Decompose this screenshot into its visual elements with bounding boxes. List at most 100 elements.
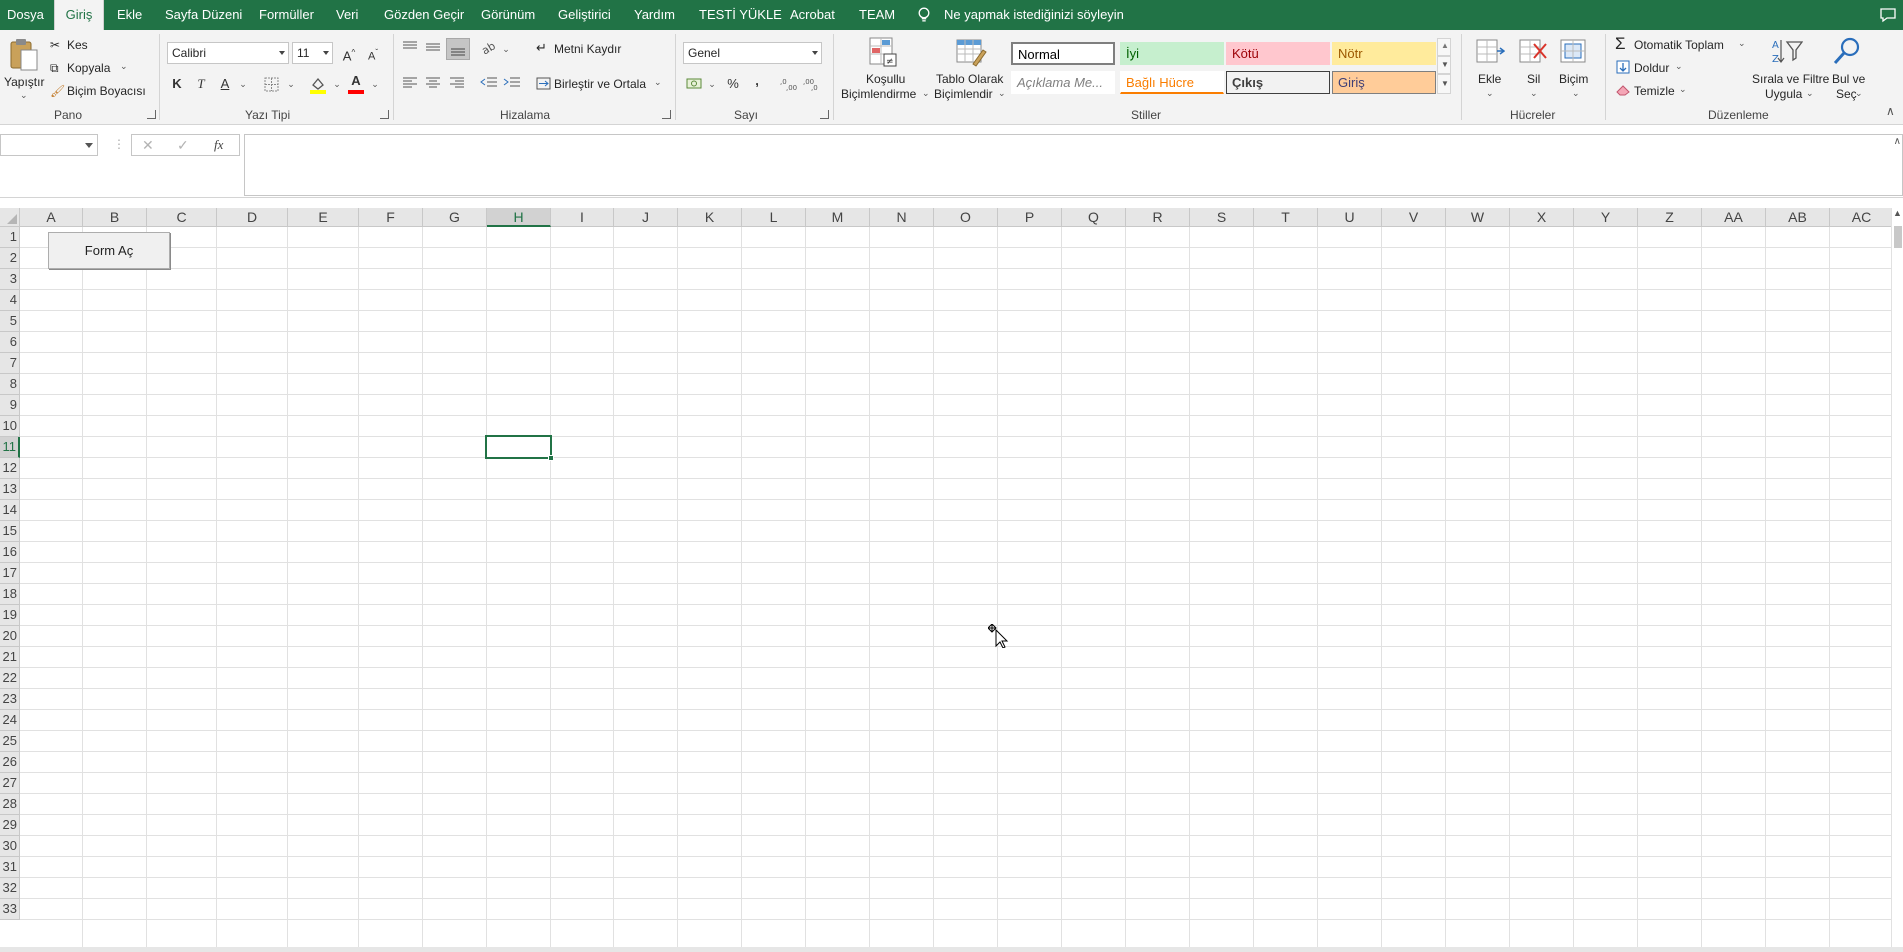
merge-center-icon[interactable] [536,77,551,90]
number-launcher-icon[interactable] [820,110,829,119]
tab-gelistirici[interactable]: Geliştirici [558,0,611,30]
row-header-33[interactable]: 33 [0,899,20,920]
collapse-ribbon-icon[interactable]: ∧ [1886,104,1895,118]
tab-veri[interactable]: Veri [336,0,358,30]
accounting-dropdown-icon[interactable]: ⌄ [701,73,723,95]
row-header-11[interactable]: 11 [0,437,20,458]
style-cell-1[interactable]: İyi [1120,42,1224,65]
fill-dropdown-icon[interactable]: ⌄ [1675,61,1683,72]
align-top-icon[interactable] [402,40,418,54]
clear-button[interactable]: Temizle [1634,84,1675,98]
column-header-o[interactable]: O [934,208,998,227]
row-header-15[interactable]: 15 [0,521,20,542]
row-header-16[interactable]: 16 [0,542,20,563]
column-header-z[interactable]: Z [1638,208,1702,227]
italic-button[interactable]: T [190,73,212,95]
row-header-18[interactable]: 18 [0,584,20,605]
format-as-table-label-1[interactable]: Tablo Olarak [936,72,1003,86]
enter-icon[interactable]: ✓ [177,137,189,154]
tab-acrobat[interactable]: Acrobat [790,0,835,30]
sort-filter-label-1[interactable]: Sırala ve Filtre [1752,72,1829,86]
delete-cells-icon[interactable] [1518,36,1548,66]
clipboard-launcher-icon[interactable] [147,110,156,119]
increase-font-icon[interactable]: A^ [338,42,360,64]
formula-input[interactable] [244,134,1903,196]
column-header-t[interactable]: T [1254,208,1318,227]
increase-indent-icon[interactable] [503,76,521,90]
format-dropdown-icon[interactable]: ⌄ [1572,88,1580,99]
column-header-aa[interactable]: AA [1702,208,1766,227]
tell-me-search[interactable]: Ne yapmak istediğinizi söyleyin [944,0,1124,30]
column-header-v[interactable]: V [1382,208,1446,227]
style-cell-3[interactable]: Nötr [1332,42,1436,65]
eraser-icon[interactable] [1616,84,1630,96]
cancel-icon[interactable]: ✕ [142,137,154,154]
conditional-formatting-label-1[interactable]: Koşullu [866,72,905,86]
row-header-12[interactable]: 12 [0,458,20,479]
tab-testi-yukle[interactable]: TESTİ YÜKLE [699,0,782,30]
column-header-k[interactable]: K [678,208,742,227]
active-cell[interactable] [485,435,552,459]
format-as-table-dropdown-icon[interactable]: ⌄ [998,88,1006,99]
bold-button[interactable]: K [166,73,188,95]
tab-ekle[interactable]: Ekle [117,0,142,30]
column-header-a[interactable]: A [20,208,83,227]
gallery-more[interactable]: ▼ [1437,74,1451,94]
autosum-icon[interactable]: Σ [1615,34,1626,54]
expand-formula-bar-icon[interactable]: ∧ [1894,136,1901,147]
column-header-m[interactable]: M [806,208,870,227]
insert-cells-button[interactable]: Ekle [1478,72,1501,86]
cut-button[interactable]: Kes [67,38,88,52]
format-cells-icon[interactable] [1559,36,1589,66]
comments-icon[interactable] [1879,7,1897,23]
clear-dropdown-icon[interactable]: ⌄ [1679,84,1687,95]
row-header-10[interactable]: 10 [0,416,20,437]
orientation-dropdown-icon[interactable]: ⌄ [495,38,517,60]
column-header-h[interactable]: H [487,208,551,227]
delete-dropdown-icon[interactable]: ⌄ [1530,88,1538,99]
column-header-d[interactable]: D [217,208,288,227]
conditional-formatting-icon[interactable]: ≠ [868,36,898,68]
chevron-down-icon[interactable] [85,143,93,148]
conditional-formatting-dropdown-icon[interactable]: ⌄ [922,88,930,99]
decrease-font-icon[interactable]: Aˇ [362,42,384,64]
comma-button[interactable]: , [746,70,768,92]
row-header-22[interactable]: 22 [0,668,20,689]
column-header-w[interactable]: W [1446,208,1510,227]
row-header-31[interactable]: 31 [0,857,20,878]
copy-button[interactable]: Kopyala [67,61,110,75]
decrease-decimal-icon[interactable]: ,00,0 [803,77,821,91]
percent-button[interactable]: % [722,73,744,95]
format-painter-icon[interactable]: 🖌 [50,84,65,98]
tab-dosya[interactable]: Dosya [7,0,44,30]
copy-icon[interactable]: ⧉ [50,61,59,76]
row-header-3[interactable]: 3 [0,269,20,290]
row-header-20[interactable]: 20 [0,626,20,647]
select-all-button[interactable] [0,208,20,227]
wrap-text-button[interactable]: Metni Kaydır [554,42,621,56]
column-header-ac[interactable]: AC [1830,208,1894,227]
autosum-dropdown-icon[interactable]: ⌄ [1738,38,1746,49]
row-header-2[interactable]: 2 [0,248,20,269]
form-open-button[interactable]: Form Aç [48,232,170,269]
style-cell-6[interactable]: Çıkış [1226,71,1330,94]
tab-yardim[interactable]: Yardım [634,0,675,30]
insert-dropdown-icon[interactable]: ⌄ [1486,88,1494,99]
format-cells-button[interactable]: Biçim [1559,72,1588,86]
column-header-ab[interactable]: AB [1766,208,1830,227]
scrollbar-thumb[interactable] [1894,226,1902,248]
delete-cells-button[interactable]: Sil [1527,72,1540,86]
tab-team[interactable]: TEAM [859,0,895,30]
column-header-s[interactable]: S [1190,208,1254,227]
align-left-icon[interactable] [402,76,418,90]
row-header-24[interactable]: 24 [0,710,20,731]
tab-gorunum[interactable]: Görünüm [481,0,535,30]
gallery-scroll-down[interactable]: ▼ [1437,56,1451,74]
tab-giris[interactable]: Giriş [54,0,104,30]
fill-button[interactable]: Doldur [1634,61,1669,75]
cut-icon[interactable]: ✂ [50,38,60,52]
borders-icon[interactable] [264,77,279,92]
row-header-5[interactable]: 5 [0,311,20,332]
align-bottom-button[interactable] [446,38,470,60]
insert-cells-icon[interactable] [1475,36,1505,66]
